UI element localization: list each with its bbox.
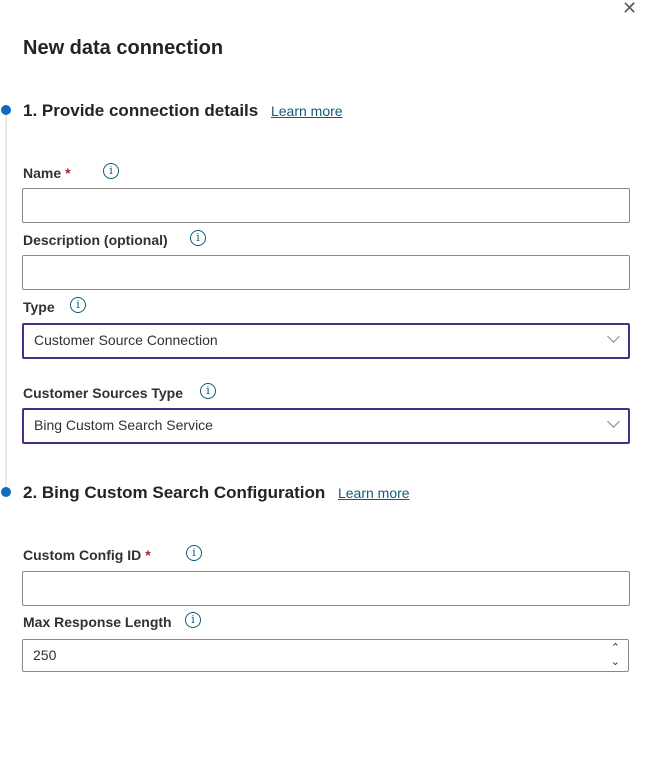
increment-icon[interactable]: ⌃ bbox=[611, 642, 620, 654]
info-icon[interactable]: i bbox=[103, 163, 119, 179]
description-input[interactable] bbox=[22, 255, 630, 290]
step-2-dot bbox=[1, 487, 11, 497]
info-icon[interactable]: i bbox=[185, 612, 201, 628]
sources-type-value: Bing Custom Search Service bbox=[34, 417, 213, 433]
max-response-length-value: 250 bbox=[33, 647, 57, 663]
name-input[interactable] bbox=[22, 188, 630, 223]
decrement-icon[interactable]: ⌄ bbox=[611, 656, 620, 668]
chevron-down-icon bbox=[607, 415, 620, 428]
learn-more-link-1[interactable]: Learn more bbox=[271, 103, 343, 119]
step-1-dot bbox=[1, 105, 11, 115]
info-icon[interactable]: i bbox=[200, 383, 216, 399]
type-dropdown[interactable]: Customer Source Connection bbox=[22, 323, 630, 359]
info-icon[interactable]: i bbox=[186, 545, 202, 561]
step-rail bbox=[5, 112, 7, 492]
info-icon[interactable]: i bbox=[190, 230, 206, 246]
name-label: Name * bbox=[23, 165, 71, 181]
config-id-label: Custom Config ID * bbox=[23, 547, 151, 563]
description-label: Description (optional) bbox=[23, 232, 168, 248]
section-2-header: 2. Bing Custom Search Configuration Lear… bbox=[23, 483, 410, 503]
type-value: Customer Source Connection bbox=[34, 332, 218, 348]
section-2-title: 2. Bing Custom Search Configuration bbox=[23, 483, 326, 502]
sources-type-dropdown[interactable]: Bing Custom Search Service bbox=[22, 408, 630, 444]
type-label: Type bbox=[23, 299, 55, 315]
max-response-length-input[interactable]: 250 ⌃ ⌄ bbox=[22, 639, 629, 672]
section-1-title: 1. Provide connection details bbox=[23, 101, 259, 120]
max-response-length-label: Max Response Length bbox=[23, 614, 172, 630]
section-1-header: 1. Provide connection details Learn more bbox=[23, 101, 343, 121]
close-icon[interactable]: ✕ bbox=[622, 0, 637, 19]
learn-more-link-2[interactable]: Learn more bbox=[338, 485, 410, 501]
panel-title: New data connection bbox=[23, 37, 224, 59]
chevron-down-icon bbox=[607, 330, 620, 343]
config-id-input[interactable] bbox=[22, 571, 630, 606]
info-icon[interactable]: i bbox=[70, 297, 86, 313]
sources-type-label: Customer Sources Type bbox=[23, 385, 184, 401]
